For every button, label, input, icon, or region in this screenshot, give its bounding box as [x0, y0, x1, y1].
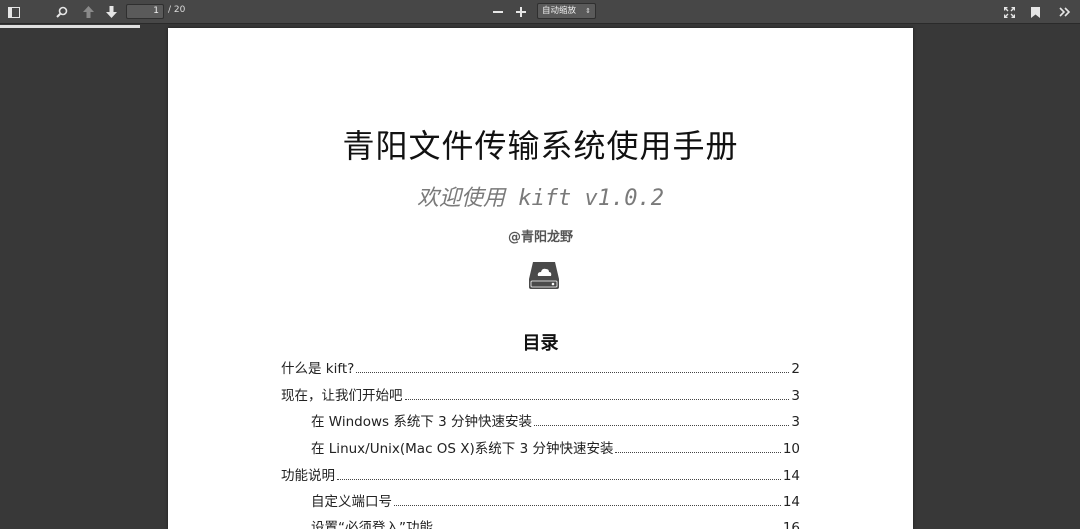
pdf-page: 青阳文件传输系统使用手册 欢迎使用 kift v1.0.2 @青阳龙野 目录 什… [168, 28, 913, 529]
document-author: @青阳龙野 [507, 230, 573, 245]
toc-leader [404, 398, 790, 400]
toc-item-page: 14 [782, 468, 800, 484]
toc-item[interactable]: 在 Windows 系统下 3 分钟快速安装 3 [311, 410, 800, 430]
zoom-out-button[interactable] [488, 3, 508, 21]
toc-item-text: 设置“必须登入”功能 [311, 520, 433, 529]
previous-page-icon[interactable] [78, 3, 98, 21]
zoom-select[interactable]: 自动缩放 ⇕ [537, 3, 596, 19]
zoom-select-value: 自动缩放 [542, 6, 577, 16]
document-title: 青阳文件传输系统使用手册 [342, 127, 739, 165]
presentation-mode-icon[interactable] [999, 3, 1019, 21]
toc-leader [356, 371, 790, 373]
tools-menu-icon[interactable] [1055, 3, 1075, 21]
toc-item[interactable]: 设置“必须登入”功能 16 [311, 516, 800, 529]
toc-leader [337, 478, 781, 480]
toc-item-text: 自定义端口号 [311, 494, 392, 510]
chevron-updown-icon: ⇕ [585, 7, 591, 15]
toc-item[interactable]: 自定义端口号 14 [311, 490, 800, 510]
toc-item-page: 2 [791, 361, 800, 377]
document-subtitle: 欢迎使用 kift v1.0.2 [417, 186, 664, 211]
pdf-toolbar: 1 / 20 自动缩放 ⇕ [0, 0, 1080, 24]
toc-item[interactable]: 功能说明 14 [281, 464, 800, 484]
toc-item-text: 在 Windows 系统下 3 分钟快速安装 [311, 414, 533, 430]
toc-item[interactable]: 在 Linux/Unix(Mac OS X)系统下 3 分钟快速安装 10 [311, 437, 800, 457]
toc-leader [615, 451, 781, 453]
toc-item-page: 10 [782, 441, 800, 457]
toc-leader [534, 424, 790, 426]
sidebar-toggle-icon[interactable] [4, 3, 24, 21]
next-page-icon[interactable] [101, 3, 121, 21]
cloud-drive-icon [528, 260, 560, 290]
toc-item-page: 14 [782, 494, 800, 510]
toc-item-page: 3 [791, 388, 800, 404]
toc-item-text: 功能说明 [281, 468, 335, 484]
toc-item-text: 什么是 kift? [281, 361, 355, 377]
toc-item-page: 3 [791, 414, 800, 430]
bookmark-icon[interactable] [1025, 3, 1045, 21]
zoom-in-button[interactable] [511, 3, 531, 21]
search-icon[interactable] [52, 3, 72, 21]
page-number-input[interactable]: 1 [126, 4, 164, 19]
toc-item[interactable]: 现在，让我们开始吧 3 [281, 384, 800, 404]
toc-item-page: 16 [782, 520, 800, 529]
toc-leader [394, 504, 781, 506]
toc-item-text: 在 Linux/Unix(Mac OS X)系统下 3 分钟快速安装 [311, 441, 614, 457]
loading-progress-bar [0, 25, 140, 28]
toc-item[interactable]: 什么是 kift? 2 [281, 357, 800, 377]
toc-heading: 目录 [522, 333, 559, 354]
page-total: / 20 [168, 5, 186, 15]
toc-item-text: 现在，让我们开始吧 [281, 388, 403, 404]
